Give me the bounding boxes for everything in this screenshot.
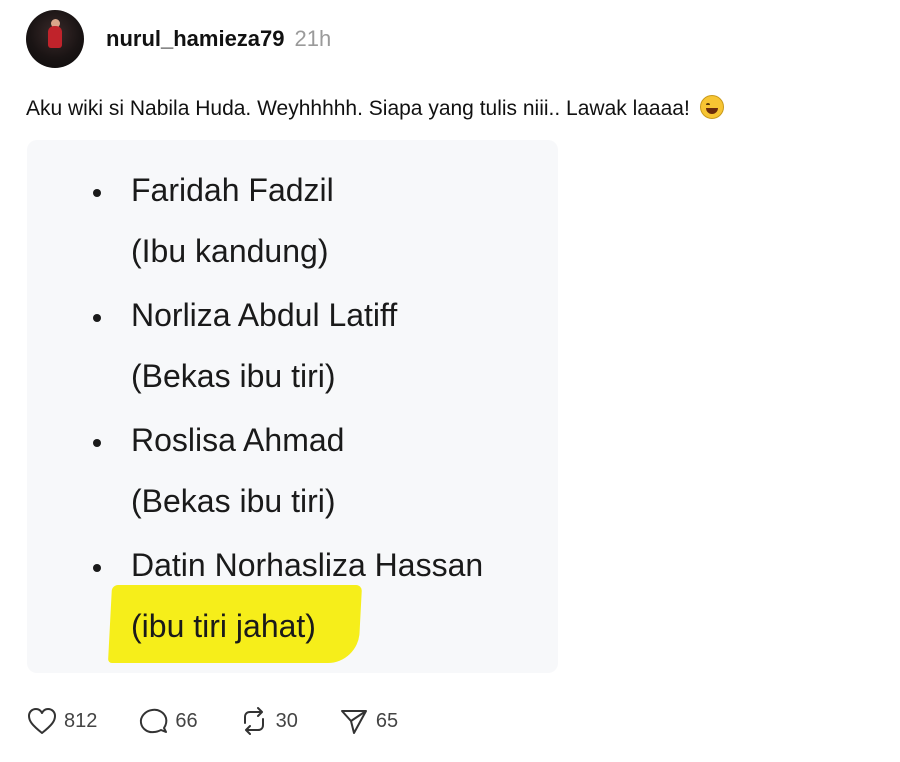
send-icon	[338, 706, 370, 736]
avatar-figure	[48, 26, 62, 48]
thread-post: nurul_hamieza79 21h Aku wiki si Nabila H…	[0, 0, 900, 762]
share-button[interactable]: 65	[338, 706, 398, 736]
bullet-icon	[93, 314, 101, 322]
caption-text: Aku wiki si Nabila Huda. Weyhhhhh. Siapa…	[26, 97, 690, 120]
comment-button[interactable]: 66	[137, 706, 198, 736]
item-role: (ibu tiri jahat)	[131, 608, 316, 644]
repost-count: 30	[275, 709, 298, 732]
bullet-icon	[93, 439, 101, 447]
comment-count: 66	[175, 709, 198, 732]
heart-icon	[26, 706, 58, 736]
post-image[interactable]: Faridah Fadzil (Ibu kandung) Norliza Abd…	[27, 140, 558, 673]
like-count: 812	[64, 709, 98, 732]
post-time: 21h	[294, 26, 332, 51]
item-role: (Ibu kandung)	[131, 233, 329, 269]
item-name: Datin Norhasliza Hassan	[131, 547, 484, 583]
item-role: (Bekas ibu tiri)	[131, 483, 336, 519]
item-name: Roslisa Ahmad	[131, 422, 345, 458]
like-button[interactable]: 812	[26, 706, 97, 736]
comment-icon	[137, 706, 169, 736]
action-bar: 812 66 30 65	[26, 706, 438, 736]
bullet-icon	[93, 189, 101, 197]
face-with-tears-of-joy-icon	[699, 95, 724, 119]
item-name: Norliza Abdul Latiff	[131, 297, 398, 333]
avatar[interactable]	[26, 10, 84, 68]
username[interactable]: nurul_hamieza79	[106, 26, 285, 52]
item-name: Faridah Fadzil	[131, 172, 334, 208]
item-role: (Bekas ibu tiri)	[131, 358, 336, 394]
repost-icon	[238, 706, 270, 736]
bullet-icon	[93, 564, 101, 572]
repost-button[interactable]: 30	[238, 706, 298, 736]
post-caption: Aku wiki si Nabila Huda. Weyhhhhh. Siapa…	[26, 95, 724, 121]
post-header: nurul_hamieza79 21h	[26, 10, 331, 68]
share-count: 65	[375, 709, 399, 732]
